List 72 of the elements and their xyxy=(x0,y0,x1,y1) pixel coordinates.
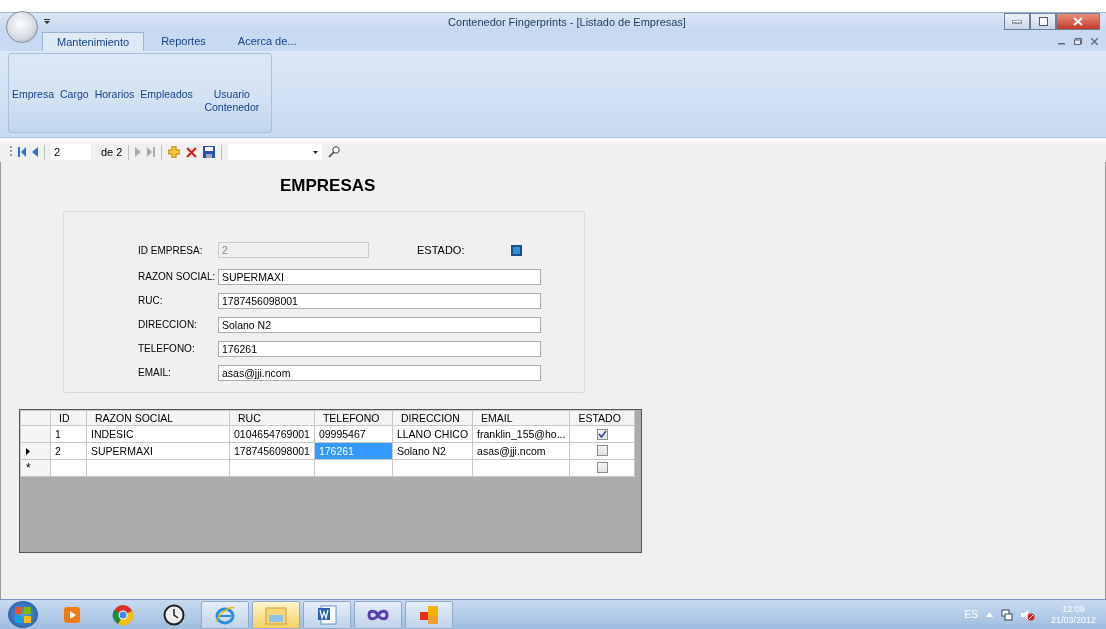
checkbox[interactable] xyxy=(596,444,608,456)
search-icon[interactable] xyxy=(328,146,341,158)
dropdown-arrow-icon[interactable] xyxy=(44,19,50,25)
checkbox[interactable] xyxy=(596,461,608,473)
ribbon-button[interactable]: Empleados xyxy=(137,88,196,101)
status-checkbox[interactable] xyxy=(511,244,522,256)
table-cell: 09995467 xyxy=(314,425,393,443)
column-header[interactable]: ESTADO xyxy=(569,410,635,426)
delete-icon[interactable] xyxy=(186,146,198,158)
field-label: RUC: xyxy=(138,295,164,306)
close-icon xyxy=(1073,17,1083,26)
table-cell: 0104654769001 xyxy=(229,425,315,443)
application-taskbar-icon[interactable] xyxy=(405,600,453,629)
previous-record-icon[interactable] xyxy=(32,147,38,157)
ribbon-tab[interactable]: Mantenimiento xyxy=(42,32,145,51)
field-label: TELEFONO: xyxy=(138,343,196,354)
speaker-muted-icon[interactable] xyxy=(1020,608,1035,621)
table-cell: LLANO CHICO xyxy=(392,425,473,443)
record-count: de 2 xyxy=(101,146,123,158)
text-field[interactable]: asas@jji.ncom xyxy=(218,364,541,381)
restore-icon[interactable] xyxy=(1074,37,1082,45)
field-label: ID EMPRESA: xyxy=(138,244,204,256)
last-record-icon[interactable] xyxy=(147,147,156,157)
table-cell: 2 xyxy=(50,442,87,460)
ribbon-button[interactable]: Empresa xyxy=(9,88,57,101)
table-cell: Solano N2 xyxy=(392,442,473,460)
checkbox[interactable] xyxy=(596,428,608,440)
ribbon-tab[interactable]: Reportes xyxy=(146,32,221,51)
first-record-icon[interactable] xyxy=(18,147,26,157)
ribbon-tab[interactable]: Acerca de... xyxy=(222,32,312,51)
table-cell: franklin_155@ho... xyxy=(472,425,570,443)
maximize-button[interactable] xyxy=(1030,13,1056,30)
text-field[interactable]: 176261 xyxy=(218,340,541,357)
id-field: 2 xyxy=(218,242,369,258)
network-icon[interactable] xyxy=(1000,608,1013,621)
row-header-cell xyxy=(20,410,51,426)
word-taskbar-icon[interactable] xyxy=(303,600,351,629)
table-cell: 1 xyxy=(50,425,87,443)
window-title: Contenedor Fingerprints - [Listado de Empresas] xyxy=(447,16,687,28)
ribbon-button[interactable]: Usuario Contenedor xyxy=(195,88,268,114)
ribbon-button[interactable]: Cargo xyxy=(57,88,92,101)
page-heading: EMPRESAS xyxy=(280,176,377,197)
flag-icon xyxy=(14,605,32,624)
ribbon-button[interactable]: Horarios xyxy=(91,88,138,101)
table-cell: SUPERMAXI xyxy=(86,442,230,460)
table-cell: asas@jji.ncom xyxy=(472,442,570,460)
text-field[interactable]: Solano N2 xyxy=(218,316,541,333)
column-header[interactable]: RAZON SOCIAL xyxy=(86,410,230,426)
text-field[interactable]: 1787456098001 xyxy=(218,292,541,309)
position-field[interactable]: 2 xyxy=(51,144,91,160)
table-cell: INDESIC xyxy=(86,425,230,443)
field-label: ESTADO: xyxy=(417,244,466,256)
start-button[interactable] xyxy=(8,601,38,628)
maximize-icon xyxy=(1038,17,1048,26)
save-icon[interactable] xyxy=(203,146,216,158)
add-icon[interactable] xyxy=(168,146,181,158)
column-header[interactable]: RUC xyxy=(229,410,315,426)
column-header[interactable]: TELEFONO xyxy=(314,410,393,426)
text-field[interactable]: SUPERMAXI xyxy=(218,268,541,285)
next-record-icon[interactable] xyxy=(135,147,142,157)
close-button[interactable] xyxy=(1056,13,1100,30)
field-label: EMAIL: xyxy=(138,367,172,378)
table-cell: 1787456098001 xyxy=(229,442,315,460)
close-icon[interactable] xyxy=(1091,37,1098,45)
infinity-taskbar-icon[interactable] xyxy=(354,600,402,629)
field-label: RAZON SOCIAL: xyxy=(138,271,217,282)
column-header[interactable]: EMAIL xyxy=(472,410,570,426)
minimize-icon xyxy=(1012,19,1022,24)
field-label: DIRECCION: xyxy=(138,319,198,330)
minimize-button[interactable] xyxy=(1004,13,1030,30)
column-header[interactable]: DIRECCION xyxy=(392,410,473,426)
column-header[interactable]: ID xyxy=(50,410,87,426)
